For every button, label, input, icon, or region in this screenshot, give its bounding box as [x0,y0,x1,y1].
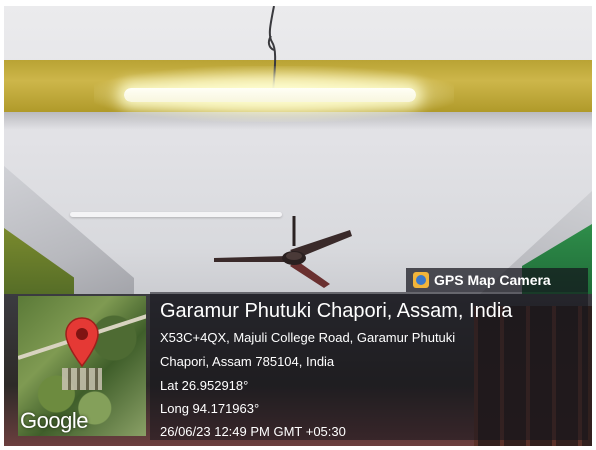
mini-map: Google [18,296,146,436]
ceiling-fan [214,216,352,288]
tube-light [124,88,416,102]
badge-label: GPS Map Camera [434,272,551,288]
gps-map-camera-badge: GPS Map Camera [406,268,588,292]
address-line-1: X53C+4QX, Majuli College Road, Garamur P… [160,330,456,345]
map-pin-icon [65,317,99,368]
datetime-text: 26/06/23 12:49 PM GMT +05:30 [160,424,346,439]
address-line-2: Chapori, Assam 785104, India [160,354,335,369]
place-title: Garamur Phutuki Chapori, Assam, India [160,300,513,322]
map-buildings [62,368,102,390]
google-logo: Google [20,408,88,433]
gps-map-camera-icon [413,272,429,288]
latitude-text: Lat 26.952918° [160,378,249,393]
longitude-text: Long 94.171963° [160,401,260,416]
